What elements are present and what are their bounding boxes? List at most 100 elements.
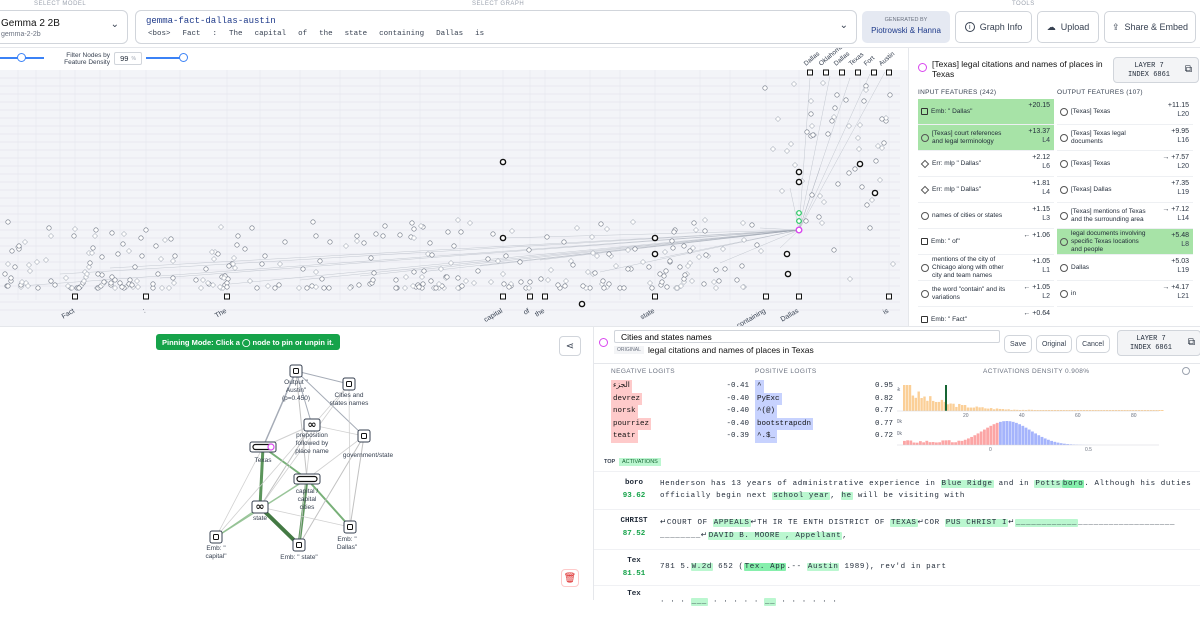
feature-node bbox=[593, 271, 597, 275]
graph-info-button[interactable]: i Graph Info bbox=[955, 11, 1032, 43]
input-feature-row[interactable]: Emb: " Dallas"+20.15 bbox=[918, 99, 1054, 125]
feature-name-input[interactable] bbox=[614, 330, 1000, 343]
input-feature-row[interactable]: Emb: " Fact"← +0.64 bbox=[918, 307, 1054, 326]
feature-node bbox=[750, 223, 754, 227]
graph-token: containing bbox=[379, 30, 424, 38]
feature-node bbox=[865, 203, 869, 207]
activation-example-row[interactable]: Tex · · · ___ · · · · · __ · · · · · · bbox=[594, 585, 1200, 619]
cancel-button[interactable]: Cancel bbox=[1076, 335, 1110, 353]
generated-by-authors: Piotrowski & Hanna bbox=[862, 26, 950, 35]
input-feature-row[interactable]: Err: mlp " Dallas"+1.81L4 bbox=[918, 177, 1054, 203]
node-square-icon bbox=[294, 369, 299, 374]
density-bar bbox=[912, 396, 914, 411]
subgraph-node[interactable]: Emb: " state" bbox=[280, 539, 318, 561]
output-feature-row[interactable]: Dallas+5.03L19 bbox=[1057, 255, 1193, 281]
trash-button[interactable]: 🗑 bbox=[561, 569, 579, 587]
feature-label: mentions of the city of Chicago along wi… bbox=[932, 256, 1010, 280]
activation-example-row[interactable]: boro 93.62 Henderson has 13 years of adm… bbox=[594, 471, 1200, 505]
save-button[interactable]: Save bbox=[1004, 335, 1032, 353]
hist-tick-label: 40 bbox=[1019, 413, 1025, 419]
subgraph-node[interactable]: Emb: "Dallas" bbox=[337, 521, 358, 551]
attribution-graph[interactable]: DallasOklahomaDallasTexasFortAustinFact:… bbox=[0, 48, 908, 326]
input-feature-row[interactable]: mentions of the city of Chicago along wi… bbox=[918, 255, 1054, 281]
node-label: (p=0.450) bbox=[282, 395, 310, 402]
original-button[interactable]: Original bbox=[1036, 335, 1072, 353]
feature-node bbox=[355, 234, 359, 238]
upload-button[interactable]: ☁ Upload bbox=[1037, 11, 1099, 43]
feature-value: → +7.12 bbox=[1162, 206, 1189, 214]
feature-layer: L1 bbox=[1042, 267, 1050, 275]
node-square-icon bbox=[347, 382, 352, 387]
feature-layer: L8 bbox=[1181, 241, 1189, 249]
subgraph-node[interactable]: Cities andstates names bbox=[330, 378, 369, 407]
active-feature-node bbox=[785, 271, 790, 276]
subgraph-node[interactable]: ∞prepositionfollowed byplace name bbox=[295, 418, 329, 455]
share-embed-button[interactable]: ⇪ Share & Embed bbox=[1104, 11, 1196, 43]
output-feature-row[interactable]: in→ +4.17L21 bbox=[1057, 281, 1193, 307]
feature-value: +5.03 bbox=[1171, 258, 1189, 266]
output-feature-row[interactable]: [Texas] mentions of Texas and the surrou… bbox=[1057, 203, 1193, 229]
feature-node bbox=[171, 276, 175, 280]
feature-layer: L19 bbox=[1177, 189, 1189, 197]
output-feature-row[interactable]: [Texas] Texas legal documents+9.95L16 bbox=[1057, 125, 1193, 151]
active-feature-node bbox=[500, 235, 505, 240]
subgraph-node[interactable]: Output "Austin"(p=0.450) bbox=[282, 365, 310, 402]
logit-token: teatr bbox=[611, 430, 638, 443]
density-bar bbox=[990, 408, 992, 411]
feature-node bbox=[476, 269, 480, 273]
activation-example-row[interactable]: CHRIST 87.52 ↵COURT OF APPEALS↵TH IR TE … bbox=[594, 509, 1200, 545]
feature-node bbox=[692, 221, 696, 225]
feature-node bbox=[13, 265, 17, 269]
node-label: Emb: " bbox=[206, 545, 226, 552]
feature-node bbox=[804, 219, 808, 223]
density-bar bbox=[938, 442, 941, 445]
feature-node bbox=[880, 117, 884, 121]
embedding-node bbox=[543, 294, 548, 299]
density-bar bbox=[1057, 443, 1060, 445]
feature-node bbox=[817, 215, 821, 219]
output-node bbox=[872, 70, 877, 75]
positive-logit-row: ^.$_0.72 bbox=[755, 430, 893, 443]
graph-select[interactable]: gemma-fact-dallas-austin <bos>Fact:Theca… bbox=[135, 10, 857, 44]
density-bar bbox=[981, 407, 983, 411]
subgraph-canvas[interactable]: Output "Austin"(p=0.450) Cities andstates… bbox=[0, 327, 593, 601]
output-feature-row[interactable]: legal documents involving specific Texas… bbox=[1057, 229, 1193, 255]
feature-node bbox=[91, 246, 95, 250]
output-feature-row[interactable]: [Texas] Dallas+7.35L19 bbox=[1057, 177, 1193, 203]
layer-index-box[interactable]: LAYER 7 INDEX 6861 ⧉ bbox=[1117, 330, 1200, 356]
embedding-square-icon bbox=[921, 316, 928, 323]
subgraph-node[interactable]: ∞state bbox=[252, 500, 268, 522]
feature-node bbox=[688, 249, 692, 253]
input-feature-row[interactable]: Emb: " of"← +1.06 bbox=[918, 229, 1054, 255]
output-feature-row[interactable]: [Texas] Texas→ +7.57L20 bbox=[1057, 151, 1193, 177]
input-feature-row[interactable]: [Texas] court references and legal termi… bbox=[918, 125, 1054, 151]
layer-index-box[interactable]: LAYER 7 INDEX 6861 ⧉ bbox=[1113, 57, 1199, 83]
subgraph-node[interactable]: Emb: "capital" bbox=[205, 531, 227, 560]
density-bar bbox=[996, 408, 998, 411]
input-feature-row[interactable]: Err: mlp " Dallas"+2.12L6 bbox=[918, 151, 1054, 177]
subgraph-node[interactable]: government/state bbox=[343, 430, 394, 459]
graph-token: Fact bbox=[183, 30, 201, 38]
feature-node bbox=[236, 234, 240, 238]
model-select[interactable]: Gemma 2 2B gemma-2-2b ⌄ bbox=[0, 10, 128, 44]
input-feature-row[interactable]: names of cities or states+1.15L3 bbox=[918, 203, 1054, 229]
graph-tokens: <bos>Fact:Thecapitalofthestatecontaining… bbox=[148, 30, 484, 38]
feature-node bbox=[647, 265, 651, 269]
logit-token: ^ bbox=[755, 380, 764, 393]
feature-node-icon bbox=[918, 63, 927, 72]
hist-tick-label: 5k bbox=[897, 387, 901, 393]
density-bar bbox=[989, 426, 992, 445]
output-node bbox=[824, 70, 829, 75]
output-feature-row[interactable]: [Texas] Texas+11.15L20 bbox=[1057, 99, 1193, 125]
activation-example-row[interactable]: Tex 81.51 781 5.W.2d 652 (Tex. App.-- Au… bbox=[594, 549, 1200, 583]
feature-node bbox=[830, 119, 834, 123]
input-feature-row[interactable]: the word "contain" and its variations← +… bbox=[918, 281, 1054, 307]
subgraph-node[interactable]: capital /capitalcities bbox=[294, 474, 320, 511]
density-bar bbox=[957, 441, 960, 445]
help-icon[interactable] bbox=[1182, 367, 1190, 375]
divider bbox=[594, 363, 1200, 364]
density-bar bbox=[984, 408, 986, 411]
feature-node bbox=[156, 272, 160, 276]
feature-node bbox=[383, 224, 387, 228]
output-node bbox=[887, 70, 892, 75]
